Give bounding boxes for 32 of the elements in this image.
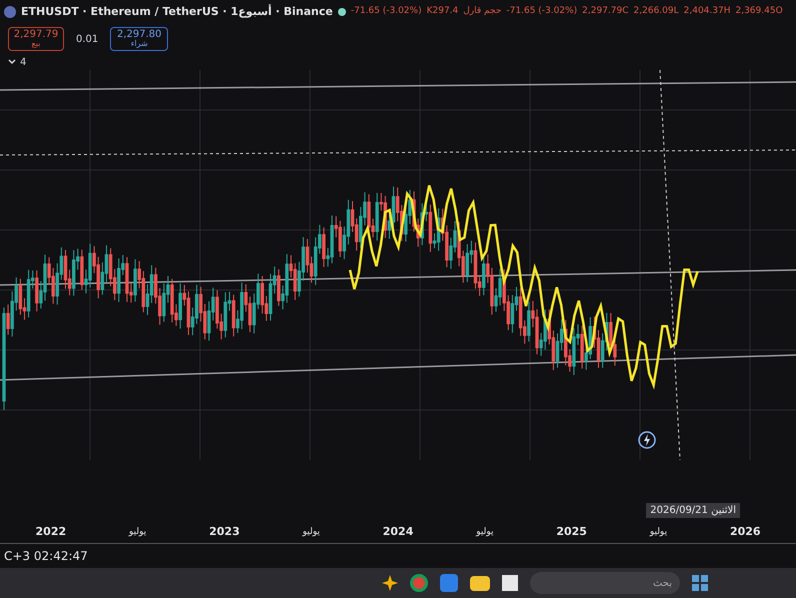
symbol-title: ETHUSDT · Ethereum / TetherUS · 1أسبوع · Binance: [21, 4, 333, 20]
ohlc-value: 2,297.79C: [582, 5, 629, 18]
lightning-icon[interactable]: [638, 431, 656, 449]
windows-start-icon[interactable]: [692, 575, 708, 591]
volume-value: K297.4: [426, 5, 458, 18]
browser-icon[interactable]: [410, 574, 428, 592]
axis-label: 2024: [382, 524, 414, 540]
spread-value: 0.01: [76, 32, 98, 46]
ohlc-value: 2,369.45O: [735, 5, 783, 18]
ethereum-icon: [4, 6, 16, 18]
axis-label: 2023: [209, 524, 240, 540]
app-icon[interactable]: [440, 574, 458, 592]
change-value: -71.65 (-3.02%): [350, 5, 422, 18]
axis-label: يوليو: [302, 526, 320, 539]
search-field[interactable]: بحث: [530, 572, 680, 594]
clock-text: C+3 02:42:47: [4, 548, 88, 565]
volume-label: حجم قارل: [463, 5, 502, 18]
axis-label: يوليو: [650, 526, 668, 539]
ohlc-value: 2,404.37H: [684, 5, 730, 18]
axis-label: 2022: [36, 524, 66, 540]
folder-icon[interactable]: [470, 576, 490, 590]
crosshair-date-label: الاثنين 2026/09/21: [646, 503, 740, 518]
change-value: -71.65 (-3.02%): [506, 5, 578, 18]
chevron-icon: [8, 59, 16, 65]
indicators-toggle[interactable]: 4: [0, 54, 34, 70]
axis-label: يوليو: [476, 526, 494, 539]
ohlc-value: 2,266.09L: [634, 5, 679, 18]
axis-label: يوليو: [129, 526, 146, 539]
sparkle-icon[interactable]: [382, 575, 398, 591]
axis-label: 2026: [730, 524, 761, 540]
market-status-icon: [338, 8, 346, 16]
axis-label: 2025: [556, 524, 587, 540]
